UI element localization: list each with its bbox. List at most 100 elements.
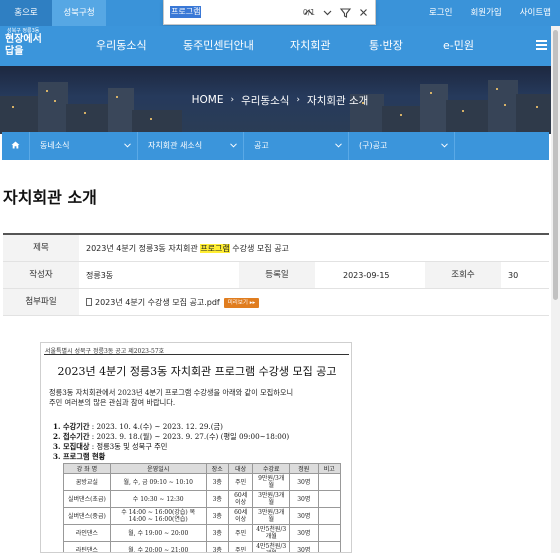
table-cell (317, 524, 342, 542)
scrollbar-thumb[interactable] (553, 30, 558, 300)
find-query-text: 프로그램 (170, 6, 202, 18)
doc-intro-line: 주민 여러분의 많은 관심과 참여 바랍니다. (49, 398, 176, 407)
author-value: 정릉3동 (86, 271, 114, 280)
nav-community-hall[interactable]: 자치회관 (290, 26, 330, 66)
doc-item: 2. 접수기간 : 2023. 9. 18.(월) ~ 2023. 9. 27.… (53, 432, 290, 441)
breadcrumb-separator: › (296, 95, 301, 105)
chevron-down-icon (441, 143, 448, 148)
breadcrumb-home[interactable]: HOME (192, 94, 224, 106)
login-link[interactable]: 로그인 (420, 0, 461, 26)
table-cell: 라틴댄스 (63, 541, 111, 552)
table-cell (317, 473, 342, 491)
table-cell: 30명 (289, 541, 319, 552)
table-cell (317, 490, 342, 508)
home-icon[interactable] (2, 132, 30, 160)
table-cell: 주민 (227, 473, 254, 491)
table-cell: 4만5천원/3개월 (252, 524, 291, 542)
preview-button[interactable]: 미리보기 ▸▸ (223, 298, 260, 308)
page-scrollbar[interactable] (551, 26, 560, 553)
search-highlight: 프로그램 (200, 244, 230, 253)
table-cell: 라인댄스 (63, 524, 111, 542)
column-header: 운영일시 (109, 463, 207, 474)
breadcrumb-news[interactable]: 우리동소식 (241, 93, 289, 108)
table-cell: 3층 (205, 507, 229, 525)
table-cell: 60세 이상 (227, 490, 254, 508)
table-header-row: 강 좌 명 운영일시 장소 대상 수강료 정원 비고 (63, 463, 342, 474)
divider (44, 354, 349, 355)
date-value: 2023-09-15 (343, 271, 390, 280)
table-cell: 월, 수 20:00 ~ 21:00 (109, 541, 207, 552)
table-cell: 4만5천원/3개월 (252, 541, 291, 552)
column-header: 정원 (289, 463, 319, 474)
table-cell: 실버댄스(중급) (63, 507, 111, 525)
table-row: 꿈방교실 월, 수, 금 09:10 ~ 10:10 3층 주민 9만원/3개월… (63, 473, 342, 491)
column-header: 비고 (317, 463, 342, 474)
doc-title: 2023년 4분기 정릉3동 자치회관 프로그램 수강생 모집 공고 (57, 365, 337, 378)
district-office-link[interactable]: 성북구청 (52, 0, 106, 26)
close-icon[interactable] (355, 4, 372, 21)
table-cell: 꿈방교실 (63, 473, 111, 491)
chevron-down-icon[interactable] (319, 4, 336, 21)
doc-item: 3. 프로그램 현황 (53, 452, 106, 461)
table-cell: 월, 수 19:00 ~ 20:00 (109, 524, 207, 542)
post-title-suffix: 수강생 모집 공고 (229, 244, 289, 253)
table-cell (317, 541, 342, 552)
attachment-link[interactable]: 2023년 4분기 수강생 모집 공고.pdf (95, 298, 220, 307)
chevron-down-icon (335, 143, 342, 148)
nav-tongban[interactable]: 통·반장 (369, 26, 403, 66)
table-cell: 주민 (227, 524, 254, 542)
table-cell: 9만원/3개월 (252, 473, 291, 491)
site-logo[interactable]: 성북구 정릉3동 현장에서 답을 (2, 26, 48, 66)
title-label: 제목 (3, 235, 79, 261)
table-cell: 수 10:30 ~ 12:30 (109, 490, 207, 508)
chevron-down-icon (124, 143, 131, 148)
nav-e-civil[interactable]: e-민원 (443, 26, 474, 66)
table-row: 실버댄스(초급) 수 10:30 ~ 12:30 3층 60세 이상 3만원/3… (63, 490, 342, 508)
table-cell: 60세 이상 (227, 507, 254, 525)
subnav-label: 자치회관 새소식 (148, 141, 203, 150)
table-cell: 실버댄스(초급) (63, 490, 111, 508)
file-icon (86, 298, 92, 306)
find-bar: 프로그램 0/1 (163, 0, 376, 25)
filter-icon[interactable] (337, 4, 354, 21)
table-cell: 3만원/3개월 (252, 507, 291, 525)
nav-center-info[interactable]: 동주민센터안내 (183, 26, 254, 66)
subnav-dropdown-notice[interactable]: 공고 (244, 132, 349, 160)
table-cell: 월, 수, 금 09:10 ~ 10:10 (109, 473, 207, 491)
column-header: 장소 (205, 463, 229, 474)
subnav-dropdown-hall-news[interactable]: 자치회관 새소식 (138, 132, 244, 160)
table-cell: 3층 (205, 541, 229, 552)
table-cell: 30명 (289, 473, 319, 491)
table-cell: 3층 (205, 524, 229, 542)
nav-news[interactable]: 우리동소식 (96, 26, 147, 66)
table-row: 첨부파일 2023년 4분기 수강생 모집 공고.pdf 미리보기 ▸▸ (3, 289, 549, 316)
chevron-up-icon[interactable] (300, 4, 317, 21)
subnav-label: 공고 (254, 141, 269, 150)
home-link[interactable]: 홈으로 (0, 0, 52, 26)
doc-item: 1. 수강기간 : 2023. 10. 4.(수) ~ 2023. 12. 29… (53, 422, 223, 431)
author-label: 작성자 (3, 262, 79, 288)
table-row: 라인댄스 월, 수 19:00 ~ 20:00 3층 주민 4만5천원/3개월 … (63, 524, 342, 542)
views-label: 조회수 (425, 262, 501, 288)
logo-line-2: 답을 (5, 46, 24, 57)
subnav-dropdown-old-notice[interactable]: (구)공고 (349, 132, 455, 160)
table-row: 라틴댄스 월, 수 20:00 ~ 21:00 3층 주민 4만5천원/3개월 … (63, 541, 342, 552)
table-cell: 3층 (205, 473, 229, 491)
sitemap-link[interactable]: 사이트맵 (511, 0, 560, 26)
post-title: 2023년 4분기 정릉3동 자치회관 프로그램 수강생 모집 공고 (79, 235, 289, 261)
attachment-value: 2023년 4분기 수강생 모집 공고.pdf 미리보기 ▸▸ (79, 289, 260, 315)
breadcrumb-current: 자치회관 소개 (307, 94, 369, 107)
subnav-dropdown-news[interactable]: 동네소식 (30, 132, 138, 160)
table-cell: 30명 (289, 490, 319, 508)
date-label: 등록일 (239, 262, 315, 288)
subnav-label: (구)공고 (359, 141, 388, 150)
breadcrumb-separator: › (230, 95, 235, 105)
signup-link[interactable]: 회원가입 (461, 0, 510, 26)
table-cell: 3만원/3개월 (252, 490, 291, 508)
main-header: 성북구 정릉3동 현장에서 답을 우리동소식 동주민센터안내 자치회관 통·반장… (0, 26, 560, 66)
table-row: 작성자 정릉3동 등록일 2023-09-15 조회수 30 (3, 262, 549, 289)
doc-intro-line: 정릉3동 자치회관에서 2023년 4분기 프로그램 수강생을 아래와 같이 모… (49, 388, 294, 397)
breadcrumb: HOME › 우리동소식 › 자치회관 소개 (0, 66, 560, 134)
hamburger-icon[interactable] (536, 40, 547, 51)
table-cell: 30명 (289, 507, 319, 525)
